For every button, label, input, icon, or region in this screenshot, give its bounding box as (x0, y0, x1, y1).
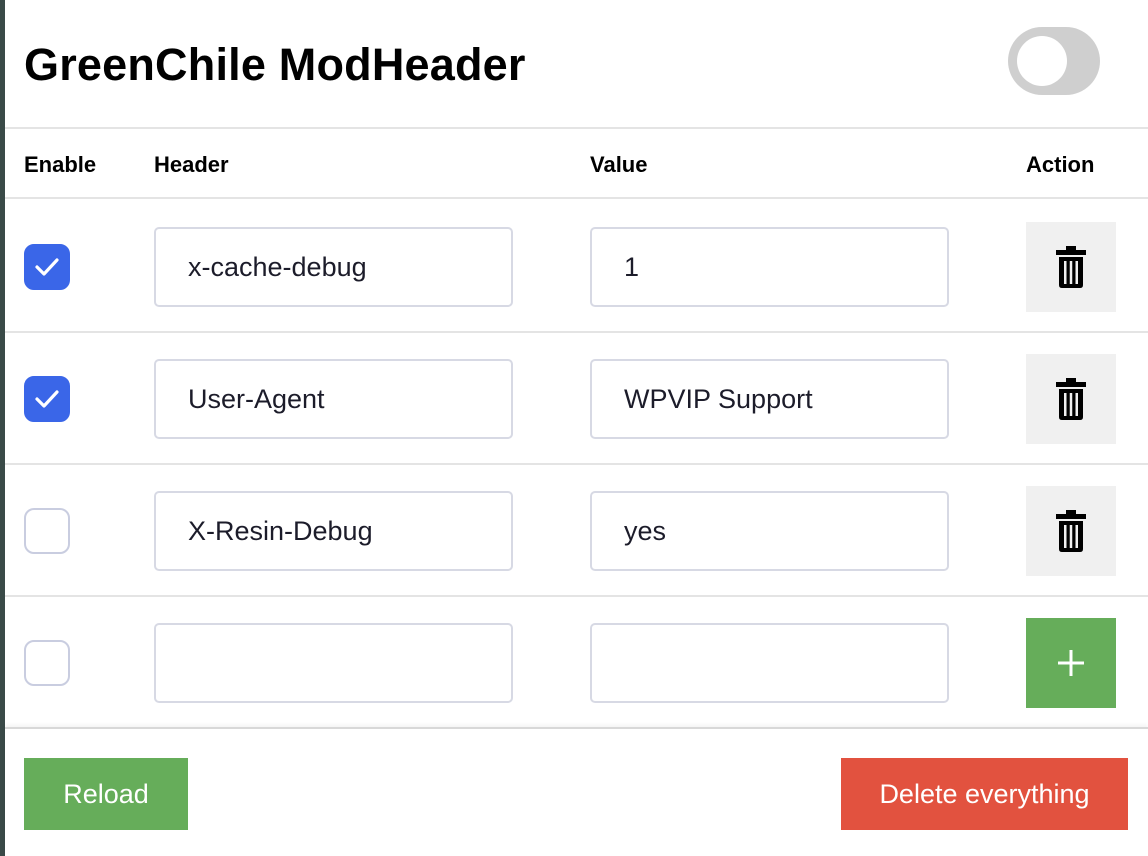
table-header: Enable Header Value Action (5, 131, 1148, 199)
app-header: GreenChile ModHeader (5, 0, 1148, 129)
modheader-popup: GreenChile ModHeader Enable Header Value… (5, 0, 1148, 856)
delete-row-button[interactable] (1026, 486, 1116, 576)
delete-row-button[interactable] (1026, 222, 1116, 312)
new-header-value-input[interactable] (590, 623, 949, 703)
trash-icon (1056, 246, 1086, 288)
header-value-input[interactable] (590, 491, 949, 571)
add-header-button[interactable] (1026, 618, 1116, 708)
checkmark-icon (35, 258, 59, 276)
table-row (5, 465, 1148, 597)
table-row (5, 201, 1148, 333)
page-title: GreenChile ModHeader (24, 39, 526, 90)
header-name-input[interactable] (154, 227, 513, 307)
enable-checkbox[interactable] (24, 376, 70, 422)
footer-bar: Reload Delete everything (5, 727, 1148, 856)
enable-checkbox[interactable] (24, 244, 70, 290)
column-header-header: Header (154, 152, 229, 177)
enable-checkbox[interactable] (24, 508, 70, 554)
toggle-knob (1017, 36, 1067, 86)
table-row (5, 333, 1148, 465)
plus-icon (1058, 650, 1084, 676)
checkmark-icon (35, 390, 59, 408)
enable-checkbox[interactable] (24, 640, 70, 686)
new-header-row (5, 597, 1148, 727)
column-header-value: Value (590, 152, 648, 177)
reload-button[interactable]: Reload (24, 758, 188, 830)
header-value-input[interactable] (590, 227, 949, 307)
header-name-input[interactable] (154, 491, 513, 571)
column-header-action: Action (1026, 152, 1095, 177)
delete-row-button[interactable] (1026, 354, 1116, 444)
master-toggle[interactable] (1008, 27, 1100, 95)
new-header-name-input[interactable] (154, 623, 513, 703)
delete-everything-button[interactable]: Delete everything (841, 758, 1128, 830)
header-value-input[interactable] (590, 359, 949, 439)
header-name-input[interactable] (154, 359, 513, 439)
trash-icon (1056, 510, 1086, 552)
column-header-enable: Enable (24, 152, 97, 177)
trash-icon (1056, 378, 1086, 420)
